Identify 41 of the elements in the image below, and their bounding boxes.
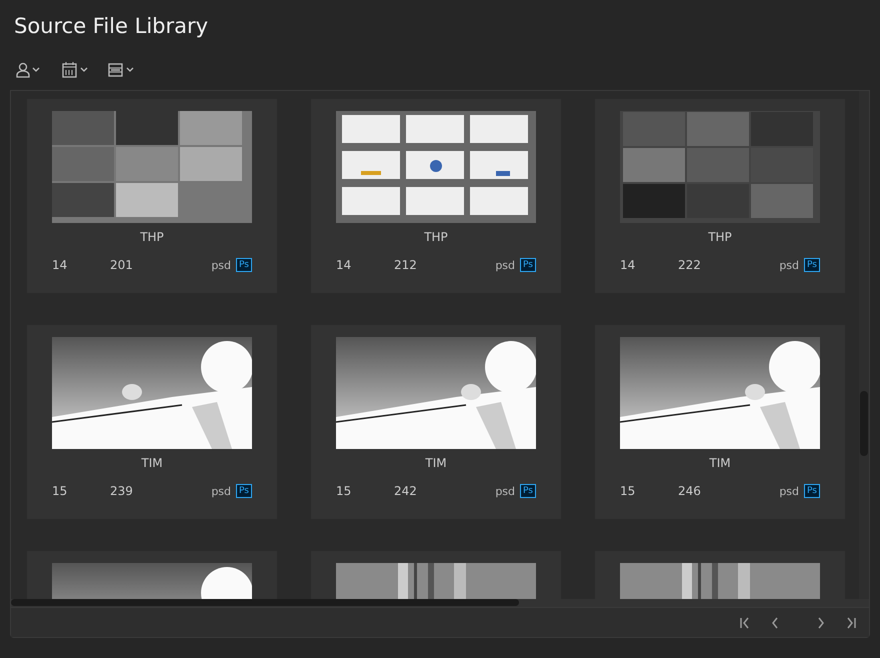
episode-number: 14 bbox=[52, 258, 68, 272]
file-card[interactable]: TIM 15 239 psd Ps bbox=[27, 325, 277, 519]
file-type-badge: Ps bbox=[236, 258, 252, 272]
file-number: 246 bbox=[678, 484, 702, 498]
file-type-badge: Ps bbox=[236, 484, 252, 498]
file-format: psd bbox=[211, 258, 232, 272]
last-page-icon bbox=[845, 616, 857, 628]
file-name: TIM bbox=[425, 456, 447, 470]
file-number: 201 bbox=[110, 258, 134, 272]
file-format: psd bbox=[495, 258, 516, 272]
file-type-badge: Ps bbox=[804, 484, 820, 498]
file-number: 239 bbox=[110, 484, 134, 498]
episode-number: 15 bbox=[336, 484, 352, 498]
page-title: Source File Library bbox=[13, 14, 210, 40]
file-card[interactable]: THP 14 212 psd Ps bbox=[311, 99, 561, 293]
file-format: psd bbox=[495, 484, 516, 498]
file-number: 222 bbox=[678, 258, 702, 272]
scrollbar-thumb[interactable] bbox=[860, 391, 868, 456]
file-card[interactable]: TIM 15 242 psd Ps bbox=[311, 325, 561, 519]
file-card[interactable]: THP 14 201 psd Ps bbox=[27, 99, 277, 293]
file-name: THP bbox=[424, 230, 448, 244]
file-number: 242 bbox=[394, 484, 418, 498]
file-format: psd bbox=[211, 484, 232, 498]
file-name: THP bbox=[708, 230, 732, 244]
file-type-badge: Ps bbox=[804, 258, 820, 272]
file-name: THP bbox=[140, 230, 164, 244]
file-format: psd bbox=[779, 258, 800, 272]
file-number: 212 bbox=[394, 258, 418, 272]
file-type-badge: Ps bbox=[520, 484, 536, 498]
file-name: TIM bbox=[709, 456, 731, 470]
episode-number: 14 bbox=[336, 258, 352, 272]
file-type-badge: Ps bbox=[520, 258, 536, 272]
file-card[interactable]: THP 14 222 psd Ps bbox=[595, 99, 845, 293]
first-page-icon bbox=[739, 616, 751, 628]
file-name: TIM bbox=[141, 456, 163, 470]
file-format: psd bbox=[779, 484, 800, 498]
episode-number: 15 bbox=[52, 484, 68, 498]
file-card[interactable]: TIM 15 246 psd Ps bbox=[595, 325, 845, 519]
episode-number: 14 bbox=[620, 258, 636, 272]
episode-number: 15 bbox=[620, 484, 636, 498]
scrollbar-thumb[interactable] bbox=[11, 599, 519, 606]
